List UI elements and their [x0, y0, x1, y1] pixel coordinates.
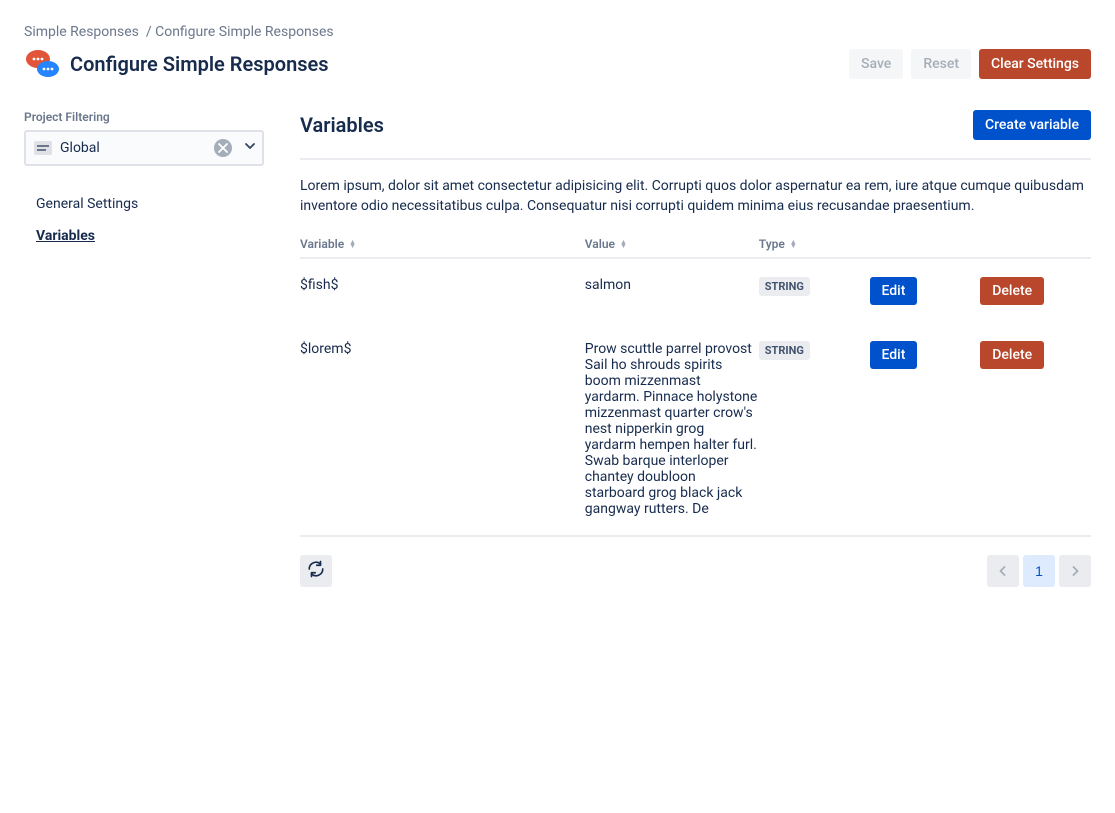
- chevron-down-icon: [244, 140, 256, 156]
- table-row: $fish$ salmon STRING Edit Delete: [300, 259, 1091, 323]
- chevron-left-icon: [998, 563, 1008, 579]
- col-header-type[interactable]: Type ▲▼: [759, 237, 870, 251]
- sidebar-item-general-settings[interactable]: General Settings: [36, 196, 264, 212]
- app-logo-icon: [24, 46, 60, 82]
- delete-button[interactable]: Delete: [980, 277, 1044, 305]
- project-filter-select[interactable]: Global: [24, 130, 264, 166]
- cell-value: Prow scuttle parrel provost Sail ho shro…: [585, 341, 759, 517]
- reset-button[interactable]: Reset: [911, 49, 971, 79]
- table-row: $lorem$ Prow scuttle parrel provost Sail…: [300, 323, 1091, 535]
- project-icon: [34, 141, 52, 155]
- pager-next-button[interactable]: [1059, 555, 1091, 587]
- clear-filter-icon[interactable]: [214, 139, 232, 157]
- type-badge: STRING: [759, 277, 810, 296]
- sort-icon: ▲▼: [349, 240, 356, 248]
- col-header-variable[interactable]: Variable ▲▼: [300, 237, 585, 251]
- clear-settings-button[interactable]: Clear Settings: [979, 49, 1091, 79]
- sidebar-item-variables[interactable]: Variables: [36, 228, 264, 244]
- refresh-button[interactable]: [300, 555, 332, 587]
- pager-page-1-button[interactable]: 1: [1023, 555, 1055, 587]
- cell-variable: $fish$: [300, 277, 585, 293]
- edit-button[interactable]: Edit: [870, 277, 918, 305]
- breadcrumb: Simple Responses / Configure Simple Resp…: [24, 24, 1091, 40]
- cell-variable: $lorem$: [300, 341, 585, 357]
- refresh-icon: [307, 560, 325, 581]
- section-title: Variables: [300, 113, 384, 137]
- chevron-right-icon: [1070, 563, 1080, 579]
- save-button[interactable]: Save: [849, 49, 903, 79]
- section-description: Lorem ipsum, dolor sit amet consectetur …: [300, 176, 1091, 217]
- delete-button[interactable]: Delete: [980, 341, 1044, 369]
- page-title: Configure Simple Responses: [70, 52, 329, 76]
- sort-icon: ▲▼: [790, 240, 797, 248]
- project-filter-value: Global: [60, 140, 206, 156]
- sort-icon: ▲▼: [620, 240, 627, 248]
- edit-button[interactable]: Edit: [870, 341, 918, 369]
- col-header-value[interactable]: Value ▲▼: [585, 237, 759, 251]
- breadcrumb-root-link[interactable]: Simple Responses: [24, 24, 139, 40]
- create-variable-button[interactable]: Create variable: [973, 110, 1091, 140]
- type-badge: STRING: [759, 341, 810, 360]
- breadcrumb-current: Configure Simple Responses: [155, 24, 334, 40]
- pager-prev-button[interactable]: [987, 555, 1019, 587]
- cell-value: salmon: [585, 277, 759, 293]
- project-filtering-label: Project Filtering: [24, 110, 264, 124]
